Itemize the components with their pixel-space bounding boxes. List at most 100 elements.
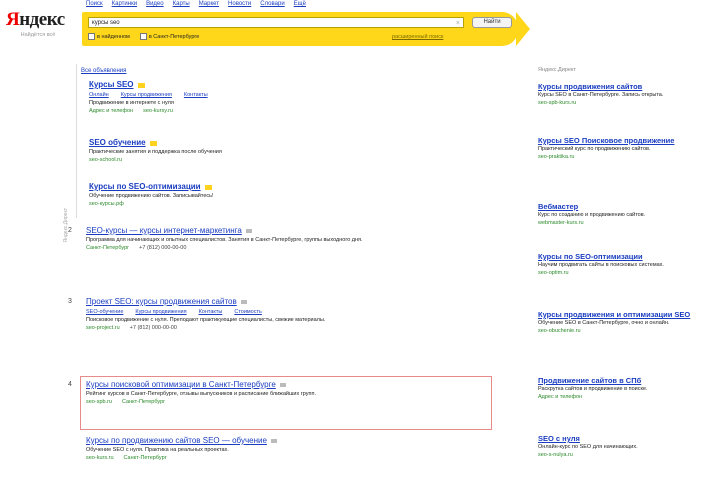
right-ad-title-link[interactable]: Курсы продвижения и оптимизации SEO xyxy=(538,310,690,319)
ad-snippet: Продвижение в интернете с нуля xyxy=(89,100,174,106)
translate-icon[interactable] xyxy=(245,229,252,234)
sitelink[interactable]: Курсы продвижения xyxy=(135,309,186,315)
result-title-link[interactable]: Курсы поисковой оптимизации в Санкт-Пете… xyxy=(86,380,276,389)
right-ad-url-link[interactable]: Адрес и телефон xyxy=(538,394,582,400)
translate-icon[interactable] xyxy=(270,439,277,444)
sitelink[interactable]: SEO-обучение xyxy=(86,309,123,315)
ad-item: SEO обучение Практические занятия и подд… xyxy=(89,138,509,163)
checkbox-icon[interactable] xyxy=(139,33,147,40)
ads-vertical-label: Яндекс.Директ xyxy=(63,208,73,242)
sitelink[interactable]: Контакты xyxy=(184,92,208,98)
ad-snippet: Практические занятия и поддержка после о… xyxy=(89,149,222,155)
right-ad-url: seo-optim.ru xyxy=(538,270,714,276)
sitelink[interactable]: Стоимость xyxy=(234,309,262,315)
right-ad: Продвижение сайтов в СПб Раскрутка сайто… xyxy=(538,376,714,400)
search-button[interactable]: Найти xyxy=(472,17,512,28)
ad-url[interactable]: seo-kursy.ru xyxy=(143,108,173,114)
ad-meta: seo-курсы.рф xyxy=(89,201,509,207)
right-ad-url-link[interactable]: webmaster-kurs.ru xyxy=(538,220,584,226)
yandex-logo[interactable]: Яндекс Найдётся всё xyxy=(6,10,70,39)
right-ad: Курсы продвижения сайтов Курсы SEO в Сан… xyxy=(538,82,714,106)
ad-item: Курсы SEO Онлайн Курсы продвижения Конта… xyxy=(89,80,509,114)
result-region[interactable]: Санкт-Петербург xyxy=(124,455,167,461)
result-number: 4 xyxy=(68,381,72,388)
logo-rest: ндекс xyxy=(19,9,65,30)
clear-icon[interactable]: × xyxy=(456,18,460,29)
advanced-search-link[interactable]: расширенный поиск xyxy=(392,34,443,40)
result-region[interactable]: Санкт-Петербург xyxy=(122,399,165,405)
translate-icon[interactable] xyxy=(279,383,286,388)
option-in-spb[interactable]: в Санкт-Петербурге xyxy=(139,33,199,40)
sitelink[interactable]: Курсы продвижения xyxy=(121,92,172,98)
nav-search[interactable]: Поиск xyxy=(86,1,103,7)
right-ad-text: Онлайн-курс по SEO для начинающих. xyxy=(538,444,638,450)
search-input[interactable]: курсы seo × xyxy=(88,17,464,28)
right-ad: SEO с нуля Онлайн-курс по SEO для начина… xyxy=(538,434,714,458)
sitelink[interactable]: Контакты xyxy=(199,309,223,315)
option-label: в найденном xyxy=(97,33,130,40)
right-ad-text: Практический курс по продвижению сайтов. xyxy=(538,146,651,152)
right-ad-url-link[interactable]: seo-praktika.ru xyxy=(538,154,574,160)
ad-address-link[interactable]: Адрес и телефон xyxy=(89,108,133,114)
ad-item: Курсы по SEO-оптимизации Обучение продви… xyxy=(89,182,509,207)
ad-snippet: Обучение продвижению сайтов. Записывайте… xyxy=(89,193,214,199)
all-ads-link[interactable]: Все объявления xyxy=(81,68,126,74)
result-title-link[interactable]: Проект SEO: курсы продвижения сайтов xyxy=(86,297,237,306)
nav-maps[interactable]: Карты xyxy=(173,1,190,7)
right-ad-url: webmaster-kurs.ru xyxy=(538,220,714,226)
right-ads-header: Яндекс.Директ xyxy=(538,67,576,73)
logo-first-letter: Я xyxy=(6,9,20,30)
ad-sitelinks: Онлайн Курсы продвижения Контакты xyxy=(89,92,509,98)
right-ad-url: seo-spb-kurs.ru xyxy=(538,100,714,106)
result-url[interactable]: seo-project.ru xyxy=(86,325,120,331)
result-url[interactable]: seo-kurs.ru xyxy=(86,455,114,461)
ad-url[interactable]: seo-school.ru xyxy=(89,157,122,163)
result-address-link[interactable]: Санкт-Петербург xyxy=(86,245,129,251)
translate-icon[interactable] xyxy=(240,300,247,305)
right-ad-url-link[interactable]: seo-spb-kurs.ru xyxy=(538,100,576,106)
ad-marker-icon xyxy=(204,184,212,190)
right-ad-title-link[interactable]: Курсы продвижения сайтов xyxy=(538,82,642,91)
result-number: 2 xyxy=(68,227,72,234)
result-title-link[interactable]: SEO-курсы — курсы интернет-маркетинга xyxy=(86,226,242,235)
result-meta: seo-kurs.ru Санкт-Петербург xyxy=(86,455,496,461)
nav-more[interactable]: Ещё xyxy=(294,1,306,7)
right-ad-text: Научим продвигать сайты в поисковых сист… xyxy=(538,262,664,268)
right-ad-title-link[interactable]: Вебмастер xyxy=(538,202,578,211)
option-in-found[interactable]: в найденном xyxy=(88,33,130,40)
ad-title-link[interactable]: Курсы по SEO-оптимизации xyxy=(89,182,201,191)
right-ad-url-link[interactable]: seo-s-nulya.ru xyxy=(538,452,573,458)
ad-url[interactable]: seo-курсы.рф xyxy=(89,201,124,207)
right-ad-title-link[interactable]: Продвижение сайтов в СПб xyxy=(538,376,641,385)
right-ad: Курсы SEO Поисковое продвижение Практиче… xyxy=(538,136,714,160)
ad-title-link[interactable]: Курсы SEO xyxy=(89,80,134,89)
ad-meta: seo-school.ru xyxy=(89,157,509,163)
nav-video[interactable]: Видео xyxy=(146,1,164,7)
ad-marker-icon xyxy=(137,82,145,88)
search-bar: курсы seo × Найти в найденном в Санкт-Пе… xyxy=(82,12,530,46)
nav-market[interactable]: Маркет xyxy=(199,1,219,7)
ad-title-link[interactable]: SEO обучение xyxy=(89,138,146,147)
checkbox-icon[interactable] xyxy=(88,33,95,40)
right-ad-title-link[interactable]: SEO с нуля xyxy=(538,434,580,443)
result-title-link[interactable]: Курсы по продвижению сайтов SEO — обучен… xyxy=(86,436,267,445)
sitelink[interactable]: Онлайн xyxy=(89,92,109,98)
right-ad-text: Курсы SEO в Санкт-Петербурге. Запись отк… xyxy=(538,92,664,98)
search-query: курсы seo xyxy=(92,20,120,26)
right-ad-title-link[interactable]: Курсы по SEO-оптимизации xyxy=(538,252,643,261)
result-snippet: Обучение SEO с нуля. Практика на реальны… xyxy=(86,447,229,453)
result-url[interactable]: seo-spb.ru xyxy=(86,399,112,405)
right-ad: Курсы продвижения и оптимизации SEO Обуч… xyxy=(538,310,714,334)
right-ad-text: Обучение SEO в Санкт-Петербурге, очно и … xyxy=(538,320,670,326)
right-ad-url-link[interactable]: seo-obuchenie.ru xyxy=(538,328,581,334)
nav-dictionaries[interactable]: Словари xyxy=(260,1,284,7)
right-ad-url: seo-praktika.ru xyxy=(538,154,714,160)
nav-news[interactable]: Новости xyxy=(228,1,251,7)
result-snippet: Поисковое продвижение с нуля. Преподают … xyxy=(86,317,326,323)
right-ad-url-link[interactable]: seo-optim.ru xyxy=(538,270,569,276)
result-sitelinks: SEO-обучение Курсы продвижения Контакты … xyxy=(86,309,496,315)
nav-images[interactable]: Картинки xyxy=(112,1,137,7)
result-phone: +7 (812) 000-00-00 xyxy=(129,325,177,331)
right-ad-title-link[interactable]: Курсы SEO Поисковое продвижение xyxy=(538,136,674,145)
right-ad-url: Адрес и телефон xyxy=(538,394,714,400)
